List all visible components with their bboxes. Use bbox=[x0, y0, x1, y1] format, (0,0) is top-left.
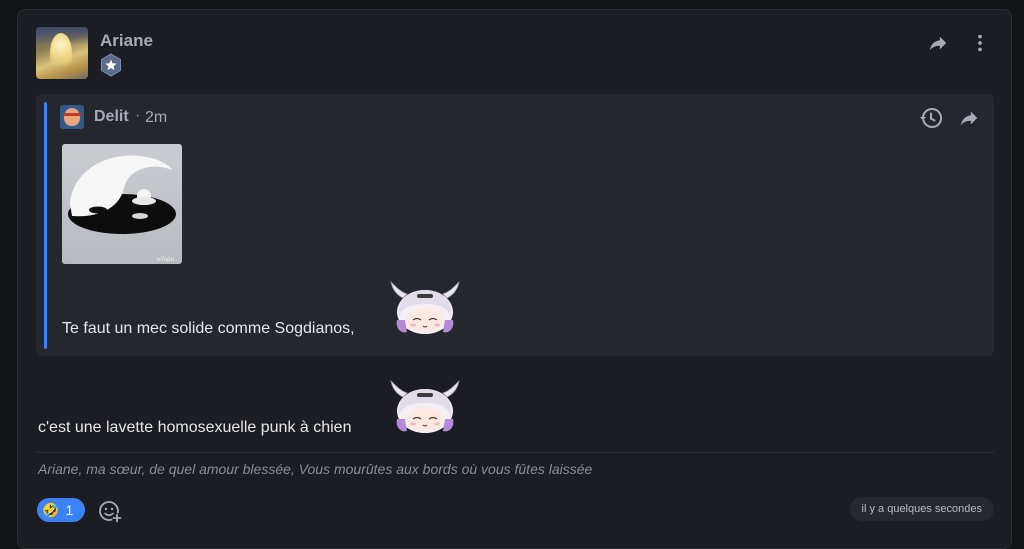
signature-divider bbox=[36, 452, 994, 453]
star-badge-icon bbox=[101, 53, 121, 77]
timestamp: il y a quelques secondes bbox=[849, 497, 994, 521]
quoted-message: Delit · 2m wTopu... Te faut un mec solid… bbox=[36, 94, 994, 356]
reaction-chip[interactable]: 🤣 1 bbox=[37, 498, 85, 522]
quoted-image[interactable]: wTopu... bbox=[62, 144, 182, 264]
history-icon bbox=[920, 107, 943, 128]
quote-bar bbox=[44, 102, 47, 349]
avatar-headband bbox=[63, 113, 81, 116]
avatar-face bbox=[64, 108, 80, 126]
history-button[interactable] bbox=[918, 105, 944, 131]
quote-time: 2m bbox=[145, 109, 168, 126]
author-avatar[interactable] bbox=[36, 27, 88, 79]
quote-separator: · bbox=[135, 107, 141, 124]
image-watermark: wTopu... bbox=[156, 257, 179, 263]
message-text: c'est une lavette homosexuelle punk à ch… bbox=[38, 419, 352, 436]
post-actions bbox=[925, 30, 993, 56]
sleepy-dragon-girl-emote bbox=[390, 379, 460, 433]
sleepy-dragon-girl-emote bbox=[390, 280, 460, 334]
reaction-count: 1 bbox=[65, 502, 74, 518]
signature: Ariane, ma sœur, de quel amour blessée, … bbox=[38, 461, 593, 477]
post-card: Ariane Delit · 2m wTopu... Te faut un me… bbox=[17, 9, 1012, 549]
quote-author-name[interactable]: Delit bbox=[94, 108, 129, 126]
share-icon bbox=[929, 36, 947, 51]
add-reaction-icon[interactable] bbox=[97, 498, 123, 524]
quote-text: Te faut un mec solide comme Sogdianos, bbox=[62, 320, 355, 337]
author-name[interactable]: Ariane bbox=[100, 31, 153, 51]
share-icon bbox=[960, 111, 978, 126]
quote-author-avatar[interactable] bbox=[60, 105, 84, 129]
share-button[interactable] bbox=[925, 30, 951, 56]
yin-yang-image bbox=[68, 155, 176, 234]
avatar-figure bbox=[50, 33, 72, 73]
quote-share-button[interactable] bbox=[956, 105, 982, 131]
more-button[interactable] bbox=[967, 30, 993, 56]
more-vertical-icon bbox=[978, 34, 982, 52]
rofl-emoji-icon: 🤣 bbox=[42, 501, 60, 518]
quote-actions bbox=[918, 105, 982, 131]
